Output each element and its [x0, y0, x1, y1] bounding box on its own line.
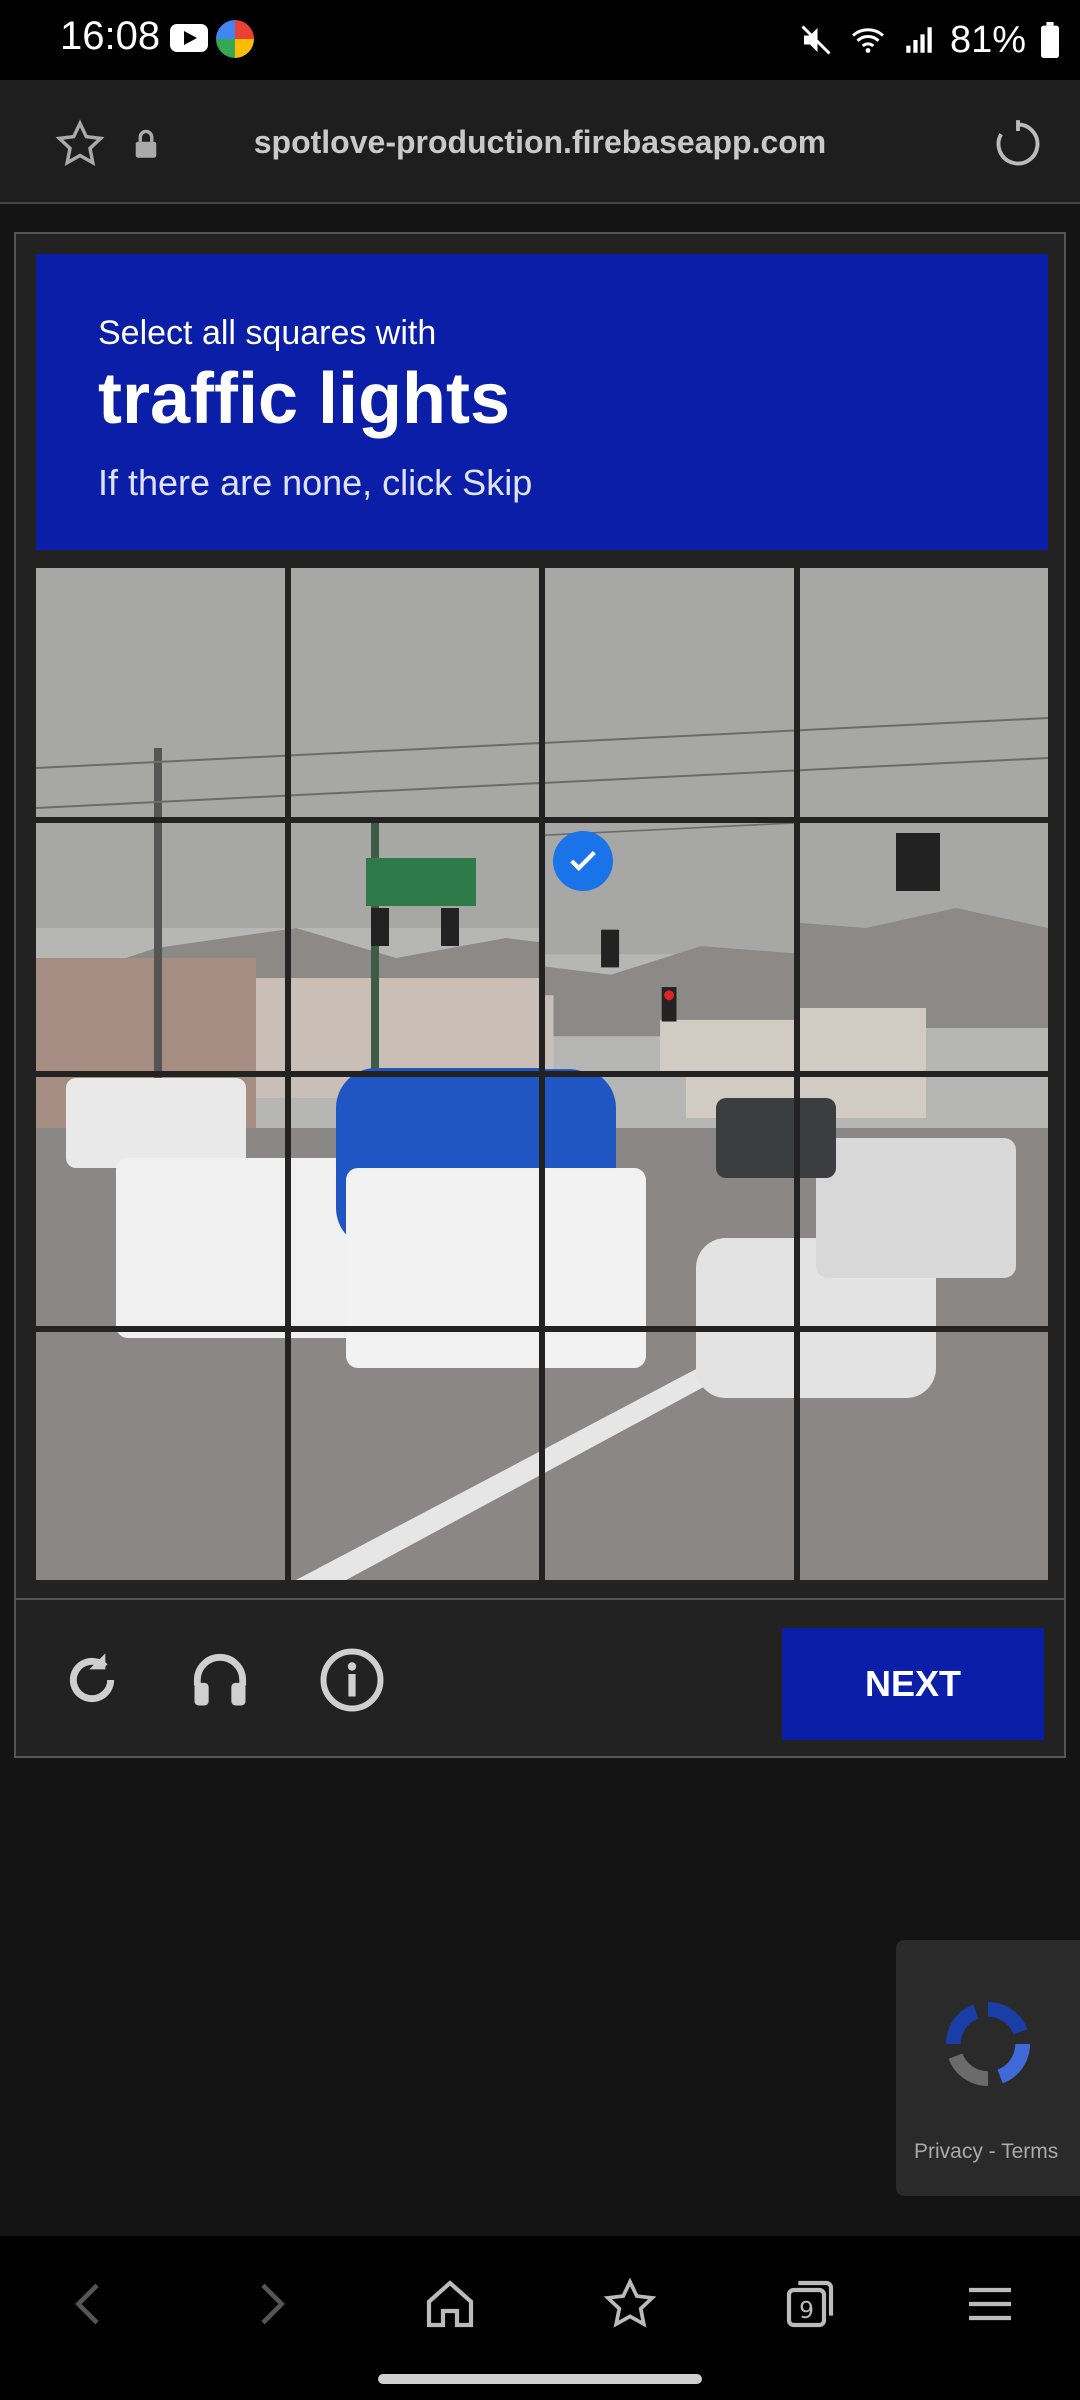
- captcha-tile-r1c2[interactable]: [290, 568, 539, 817]
- tile-image: [290, 568, 539, 817]
- audio-icon[interactable]: [186, 1646, 254, 1714]
- prompt-small: Select all squares with: [98, 314, 437, 352]
- url-text[interactable]: spotlove-production.firebaseapp.com: [0, 124, 1080, 161]
- signal-icon: [906, 27, 932, 53]
- battery-icon: [1041, 22, 1059, 58]
- reload-page-icon[interactable]: [992, 118, 1044, 170]
- captcha-tile-r1c4[interactable]: [799, 568, 1048, 817]
- svg-text:9: 9: [799, 2296, 814, 2324]
- gesture-bar[interactable]: [378, 2374, 702, 2384]
- tile-image: [799, 822, 1048, 1071]
- tile-image: [36, 1077, 285, 1326]
- menu-icon[interactable]: [950, 2264, 1030, 2344]
- privacy-terms-link[interactable]: Privacy - Terms: [914, 2140, 1058, 2164]
- tile-image: [799, 1077, 1048, 1326]
- footer-divider: [16, 1598, 1064, 1600]
- next-button[interactable]: NEXT: [782, 1628, 1044, 1740]
- captcha-panel: Select all squares with traffic lights I…: [14, 232, 1066, 1758]
- home-icon[interactable]: [410, 2264, 490, 2344]
- captcha-tile-r4c4[interactable]: [799, 1331, 1048, 1580]
- recaptcha-logo-icon: [945, 2001, 1031, 2087]
- tile-image: [36, 568, 285, 817]
- tile-image: [545, 568, 794, 817]
- prompt-target: traffic lights: [98, 359, 511, 439]
- tile-image: [290, 1331, 539, 1580]
- captcha-tile-r4c1[interactable]: [36, 1331, 285, 1580]
- captcha-tile-r4c3[interactable]: [545, 1331, 794, 1580]
- tile-image: [799, 568, 1048, 817]
- tile-image: [36, 1331, 285, 1580]
- captcha-tile-r2c4[interactable]: [799, 822, 1048, 1071]
- status-bar: 16:08 81%: [0, 0, 1080, 80]
- selected-check-icon: [553, 830, 613, 891]
- tile-image: [290, 822, 539, 1071]
- prompt-hint: If there are none, click Skip: [98, 462, 533, 503]
- captcha-tile-r2c1[interactable]: [36, 822, 285, 1071]
- battery-percent: 81%: [949, 18, 1026, 61]
- captcha-tile-r3c2[interactable]: [290, 1077, 539, 1326]
- bookmarks-icon[interactable]: [590, 2264, 670, 2344]
- image-grid: [36, 568, 1048, 1580]
- mute-icon: [801, 25, 831, 55]
- youtube-notification-icon: [170, 24, 208, 52]
- reload-icon[interactable]: [60, 1648, 124, 1712]
- captcha-tile-r1c1[interactable]: [36, 568, 285, 817]
- captcha-tile-r2c3[interactable]: [545, 822, 794, 1071]
- info-icon[interactable]: [316, 1644, 388, 1716]
- app-notification-icon: [216, 20, 254, 58]
- tile-image: [545, 1331, 794, 1580]
- captcha-tile-r3c3[interactable]: [545, 1077, 794, 1326]
- captcha-tile-r3c1[interactable]: [36, 1077, 285, 1326]
- recaptcha-badge[interactable]: Privacy - Terms: [896, 1940, 1080, 2196]
- captcha-tile-r2c2[interactable]: [290, 822, 539, 1071]
- captcha-tile-r4c2[interactable]: [290, 1331, 539, 1580]
- tile-image: [545, 1077, 794, 1326]
- browser-bottom-bar: 9: [0, 2236, 1080, 2400]
- tile-image: [799, 1331, 1048, 1580]
- captcha-tile-r1c3[interactable]: [545, 568, 794, 817]
- wifi-icon: [851, 28, 884, 53]
- captcha-tile-r3c4[interactable]: [799, 1077, 1048, 1326]
- tabs-icon[interactable]: 9: [770, 2264, 850, 2344]
- tile-image: [290, 1077, 539, 1326]
- tile-image: [36, 822, 285, 1071]
- status-time: 16:08: [60, 14, 161, 58]
- back-icon[interactable]: [50, 2264, 130, 2344]
- captcha-header: Select all squares with traffic lights I…: [36, 254, 1048, 550]
- forward-icon[interactable]: [230, 2264, 310, 2344]
- address-bar[interactable]: spotlove-production.firebaseapp.com: [0, 80, 1080, 204]
